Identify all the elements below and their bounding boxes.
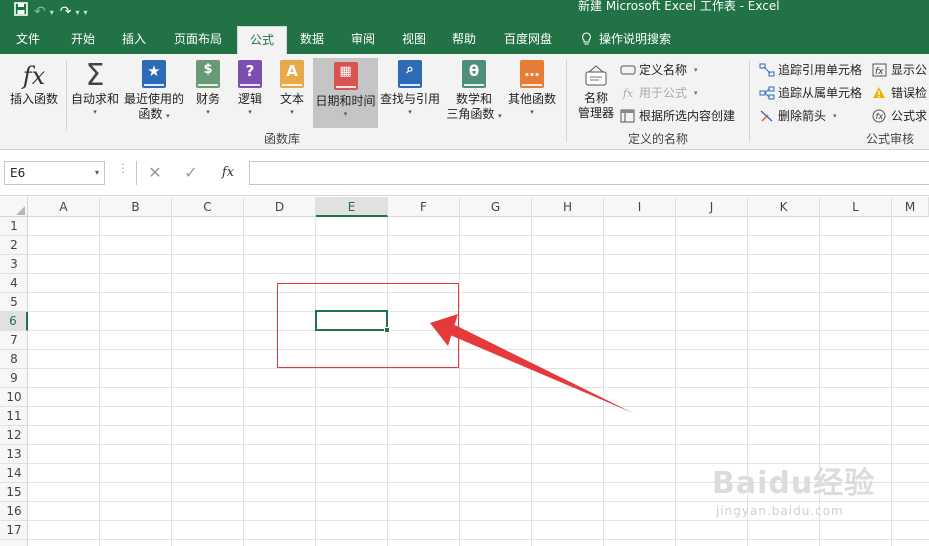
annotation-arrow	[430, 314, 633, 413]
excel-window: ↶ ▾ ↷ ▾ ▾ 新建 Microsoft Excel 工作表 - Excel…	[0, 0, 929, 546]
annotation-arrow-shaft	[450, 325, 633, 413]
